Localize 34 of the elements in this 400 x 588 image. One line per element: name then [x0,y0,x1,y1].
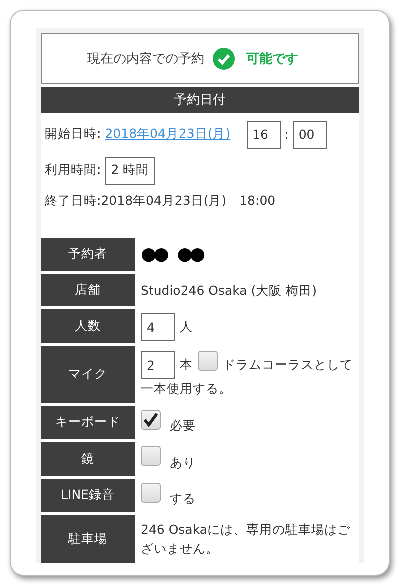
row-label: 鏡 [41,442,135,476]
row-value: 246 Osakaには、専用の駐車場はございません。 [141,521,352,558]
row-label: 人数 [41,309,135,343]
end-datetime: 終了日時:2018年04月23日(月) 18:00 [45,192,276,210]
count-field[interactable]: 2 [141,351,175,379]
row-label: マイク [41,346,135,403]
checkbox[interactable] [141,483,161,503]
row-label: 予約者 [41,238,135,271]
duration-field[interactable]: 2 時間 [105,156,156,185]
unit-text: 人 [180,318,193,336]
checkbox[interactable] [198,351,218,371]
option-text: する [170,491,196,508]
row-label: 店舗 [41,274,135,306]
count-field[interactable]: 4 [141,313,175,341]
option-text: あり [170,455,196,472]
masked-name: ●● ●● [141,246,203,264]
row-label: キーボード [41,406,135,439]
time-separator: : [284,127,289,142]
checkbox[interactable] [141,446,161,466]
row-label: 駐車場 [41,515,135,563]
availability-label: 現在の内容での予約 [88,50,204,68]
availability-status: 可能です [246,50,298,68]
minute-field[interactable]: 00 [292,120,327,149]
duration-label: 利用時間: [45,162,102,180]
row-label: LINE録音 [41,479,135,512]
option-text: ドラムコーラスとして [223,356,353,374]
checkbox[interactable] [141,410,161,430]
option-text: 一本使用する。 [141,381,232,398]
unit-text: 本 [180,356,193,374]
section-header: 予約日付 [41,87,359,113]
row-value: Studio246 Osaka (大阪 梅田) [141,282,318,300]
option-text: 必要 [170,418,196,435]
start-label: 開始日時: [45,126,102,144]
hour-field[interactable]: 16 [246,120,281,149]
